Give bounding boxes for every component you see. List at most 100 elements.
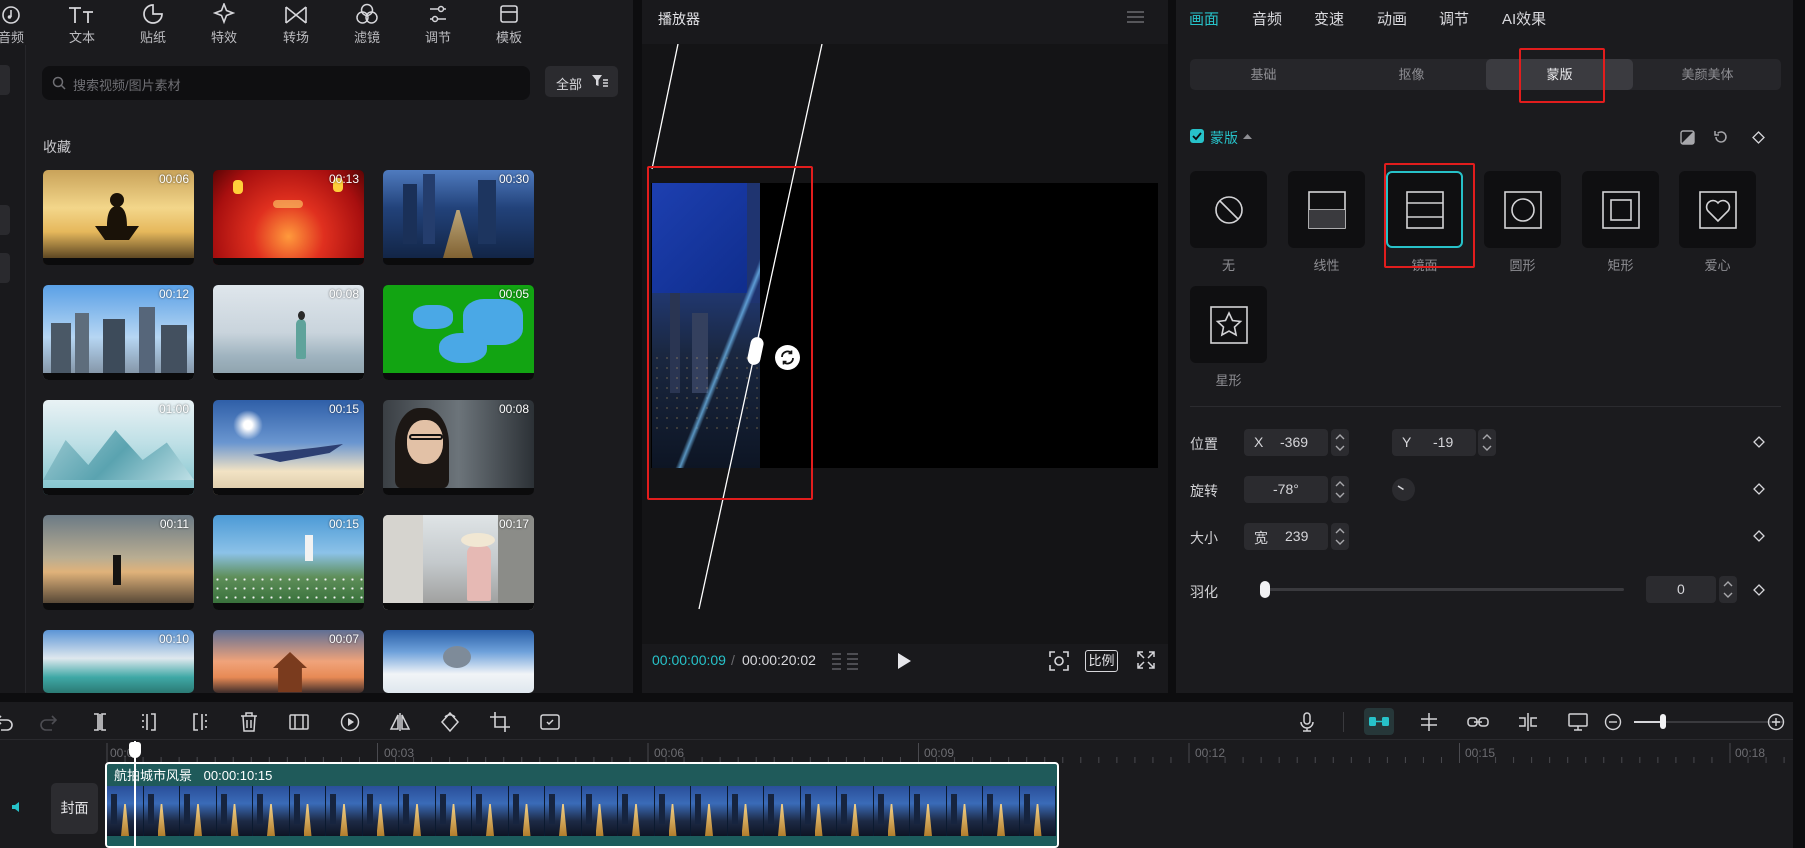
sidebar-item[interactable]	[0, 65, 10, 95]
rotate-stepper[interactable]	[1331, 476, 1349, 503]
tool-effects[interactable]: 特效	[197, 0, 251, 45]
media-thumbnail[interactable]: 00:13	[213, 170, 364, 265]
collapse-icon[interactable]	[1243, 133, 1252, 139]
rotate-dial[interactable]	[1392, 478, 1415, 501]
fullscreen-icon[interactable]	[1136, 650, 1156, 670]
split-icon[interactable]	[89, 711, 111, 733]
tab-adjust[interactable]: 调节	[1439, 8, 1469, 29]
width-stepper[interactable]	[1331, 523, 1349, 550]
smart-crop-icon[interactable]	[539, 711, 561, 733]
subtab-beauty[interactable]: 美颜美体	[1634, 59, 1781, 90]
filter-button[interactable]: 全部	[545, 66, 618, 97]
keyframe-icon[interactable]	[1753, 584, 1765, 596]
media-thumbnail[interactable]: 00:05	[383, 285, 534, 380]
freeze-icon[interactable]	[288, 711, 310, 733]
rotate-field[interactable]: -78°	[1244, 476, 1328, 503]
tab-speed[interactable]: 变速	[1314, 8, 1344, 29]
width-field[interactable]: 宽 239	[1244, 523, 1328, 550]
media-thumbnail[interactable]: 00:30	[383, 170, 534, 265]
rotate-icon[interactable]	[439, 711, 461, 733]
y-stepper[interactable]	[1478, 429, 1496, 456]
redo-icon[interactable]	[39, 711, 61, 733]
feather-slider[interactable]	[1262, 588, 1624, 591]
keyframe-icon[interactable]	[1753, 483, 1765, 495]
media-thumbnail[interactable]: 00:07	[213, 630, 364, 693]
tool-template[interactable]: 模板	[482, 0, 536, 45]
media-thumbnail[interactable]: 00:08	[213, 285, 364, 380]
media-thumbnail[interactable]: 00:15	[213, 515, 364, 610]
screen-settings-icon[interactable]	[1567, 711, 1589, 733]
position-x-field[interactable]: X -369	[1244, 429, 1328, 456]
mask-rectangle[interactable]	[1582, 171, 1659, 248]
feather-field[interactable]: 0	[1646, 576, 1716, 603]
trim-right-icon[interactable]	[188, 711, 210, 733]
clip-frame	[289, 786, 326, 836]
clip-frame	[654, 786, 691, 836]
zoom-fit-icon[interactable]	[1048, 650, 1070, 672]
subtab-cutout[interactable]: 抠像	[1338, 59, 1485, 90]
play-icon[interactable]	[896, 652, 912, 670]
cover-button[interactable]: 封面	[51, 783, 98, 834]
media-thumbnail[interactable]: 00:10	[43, 630, 194, 693]
media-thumbnail[interactable]: 00:17	[383, 515, 534, 610]
tab-animation[interactable]: 动画	[1377, 8, 1407, 29]
crop-icon[interactable]	[489, 711, 511, 733]
mask-enable-checkbox[interactable]	[1190, 129, 1204, 143]
mirror-icon[interactable]	[389, 711, 411, 733]
mask-star[interactable]	[1190, 286, 1267, 363]
tool-filter[interactable]: 滤镜	[340, 0, 394, 45]
tab-audio[interactable]: 音频	[1252, 8, 1282, 29]
microphone-icon[interactable]	[1296, 711, 1318, 733]
mask-linear[interactable]	[1288, 171, 1365, 248]
tab-picture[interactable]: 画面	[1189, 8, 1219, 29]
zoom-in-icon[interactable]	[1767, 713, 1789, 735]
reset-icon[interactable]	[1713, 129, 1729, 145]
subtab-basic[interactable]: 基础	[1190, 59, 1337, 90]
x-stepper[interactable]	[1331, 429, 1349, 456]
ratio-button[interactable]: 比例	[1085, 650, 1118, 672]
trim-left-icon[interactable]	[139, 711, 161, 733]
sidebar-item[interactable]	[0, 205, 10, 235]
media-thumbnail[interactable]: 00:06	[43, 170, 194, 265]
link-icon[interactable]	[1467, 711, 1489, 733]
mask-none[interactable]	[1190, 171, 1267, 248]
zoom-slider-knob[interactable]	[1660, 714, 1666, 729]
tool-sticker[interactable]: 贴纸	[126, 0, 180, 45]
media-thumbnail[interactable]: 00:12	[43, 285, 194, 380]
media-thumbnail[interactable]: 00:08	[383, 400, 534, 495]
position-y-field[interactable]: Y -19	[1392, 429, 1476, 456]
tool-transition[interactable]: 转场	[269, 0, 323, 45]
keyframe-icon[interactable]	[1752, 131, 1765, 144]
preview-axis-icon[interactable]	[1517, 711, 1539, 733]
track-audio-icon[interactable]	[10, 800, 24, 814]
sidebar-item[interactable]	[0, 253, 10, 283]
tool-audio[interactable]: 音频	[0, 0, 38, 45]
delete-icon[interactable]	[238, 711, 260, 733]
menu-icon[interactable]	[1126, 10, 1145, 24]
media-thumbnail[interactable]	[383, 630, 534, 693]
undo-icon[interactable]	[0, 711, 14, 733]
invert-mask-icon[interactable]	[1680, 130, 1695, 145]
search-input[interactable]: 搜索视频/图片素材	[42, 66, 530, 100]
feather-stepper[interactable]	[1719, 576, 1737, 603]
keyframe-icon[interactable]	[1753, 436, 1765, 448]
tool-text[interactable]: 文本	[55, 0, 109, 45]
mask-label: 线性	[1313, 258, 1340, 273]
mask-label: 圆形	[1509, 258, 1536, 273]
tool-adjust[interactable]: 调节	[411, 0, 465, 45]
zoom-out-icon[interactable]	[1604, 713, 1626, 735]
playhead-handle[interactable]	[129, 742, 141, 758]
mask-heart[interactable]	[1679, 171, 1756, 248]
feather-slider-knob[interactable]	[1260, 581, 1270, 598]
waveform-icon[interactable]	[831, 651, 859, 671]
mask-circle[interactable]	[1484, 171, 1561, 248]
media-thumbnail[interactable]: 00:15	[213, 400, 364, 495]
media-thumbnail[interactable]: 01:00	[43, 400, 194, 495]
reverse-play-icon[interactable]	[339, 711, 361, 733]
media-thumbnail[interactable]: 00:11	[43, 515, 194, 610]
filter-label: 全部	[556, 77, 583, 92]
tab-ai-effects[interactable]: AI效果	[1502, 8, 1546, 29]
keyframe-icon[interactable]	[1753, 530, 1765, 542]
auto-snap-icon[interactable]	[1418, 711, 1440, 733]
main-track-magnet-button[interactable]	[1364, 708, 1394, 735]
